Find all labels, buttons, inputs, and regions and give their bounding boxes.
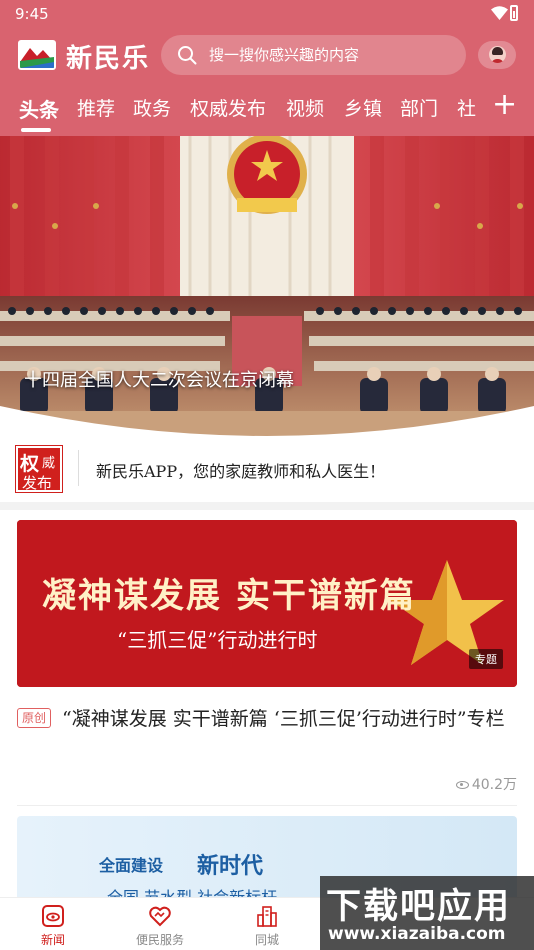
official-release-badge: 权 威 发布 [15, 445, 63, 493]
watermark-title: 下载吧应用 [326, 887, 512, 927]
status-time: 9:45 [15, 5, 49, 23]
announcement-text: 新民乐APP，您的家庭教师和私人医生！ [96, 462, 386, 481]
article-1-subslogan: “三抓三促”行动进行时 [117, 628, 318, 652]
view-count-value: 40.2万 [471, 777, 517, 793]
channel-tabs: 头条 推荐 政务 权威发布 视频 乡镇 部门 社 + [0, 88, 534, 132]
divider [78, 450, 79, 486]
article-2-line-a: 全面建设 [99, 856, 164, 875]
app-logo [18, 40, 56, 70]
tab-society[interactable]: 社 [457, 94, 476, 121]
section-gap [0, 502, 534, 510]
announcement-bar[interactable]: 权 威 发布 新民乐APP，您的家庭教师和私人医生！ [0, 436, 534, 504]
divider [17, 805, 517, 806]
banner-title: 十四届全国人大二次会议在京闭幕 [24, 370, 294, 391]
tab-government[interactable]: 政务 [133, 94, 171, 121]
nav-news-label: 新闻 [40, 933, 65, 947]
eye-icon [455, 781, 469, 789]
avatar [489, 46, 506, 63]
topic-tag: 专题 [469, 649, 503, 669]
hero-banner[interactable]: 十四届全国人大二次会议在京闭幕 [0, 136, 534, 436]
status-bar: 9:45 [0, 0, 534, 28]
battery-icon [510, 5, 518, 21]
article-1-image[interactable]: 凝神谋发展 实干谱新篇 “三抓三促”行动进行时 专题 [17, 520, 517, 687]
search-input[interactable] [209, 35, 449, 75]
watermark: 下载吧应用 www.xiazaiba.com [320, 876, 534, 950]
badge-char-3: 发布 [22, 474, 53, 492]
nav-service[interactable]: 便民服务 [120, 898, 200, 950]
nav-city[interactable]: 同城 [227, 898, 307, 950]
service-icon [149, 906, 171, 927]
search-icon [178, 46, 197, 65]
profile-button[interactable] [478, 41, 516, 69]
city-icon [257, 906, 277, 927]
tab-official-release[interactable]: 权威发布 [190, 94, 266, 121]
nav-city-label: 同城 [254, 933, 279, 947]
original-tag: 原创 [17, 708, 51, 728]
header: 9:45 新民乐 头条 推荐 [0, 0, 534, 136]
wifi-icon [491, 6, 508, 20]
tab-towns[interactable]: 乡镇 [344, 94, 382, 121]
tab-departments[interactable]: 部门 [400, 94, 438, 121]
nav-news[interactable]: 新闻 [13, 898, 93, 950]
article-2-line-b: 新时代 [197, 853, 264, 879]
app-root: 9:45 新民乐 头条 推荐 [0, 0, 534, 950]
badge-char-2: 威 [42, 456, 56, 471]
tab-headlines[interactable]: 头条 [19, 94, 59, 123]
active-tab-indicator [21, 128, 51, 132]
search-bar[interactable] [161, 35, 466, 75]
watermark-url: www.xiazaiba.com [328, 924, 506, 944]
brand-name: 新民乐 [66, 44, 151, 74]
tab-recommend[interactable]: 推荐 [77, 94, 115, 121]
add-channel-button[interactable]: + [492, 90, 517, 120]
article-1-slogan: 凝神谋发展 实干谱新篇 [42, 576, 416, 616]
view-count: 40.2万 [455, 774, 517, 794]
article-1-title[interactable]: “凝神谋发展 实干谱新篇 ‘三抓三促’行动进行时”专栏 [17, 704, 517, 734]
tab-video[interactable]: 视频 [286, 94, 324, 121]
news-icon [42, 905, 64, 927]
nav-service-label: 便民服务 [135, 933, 184, 947]
